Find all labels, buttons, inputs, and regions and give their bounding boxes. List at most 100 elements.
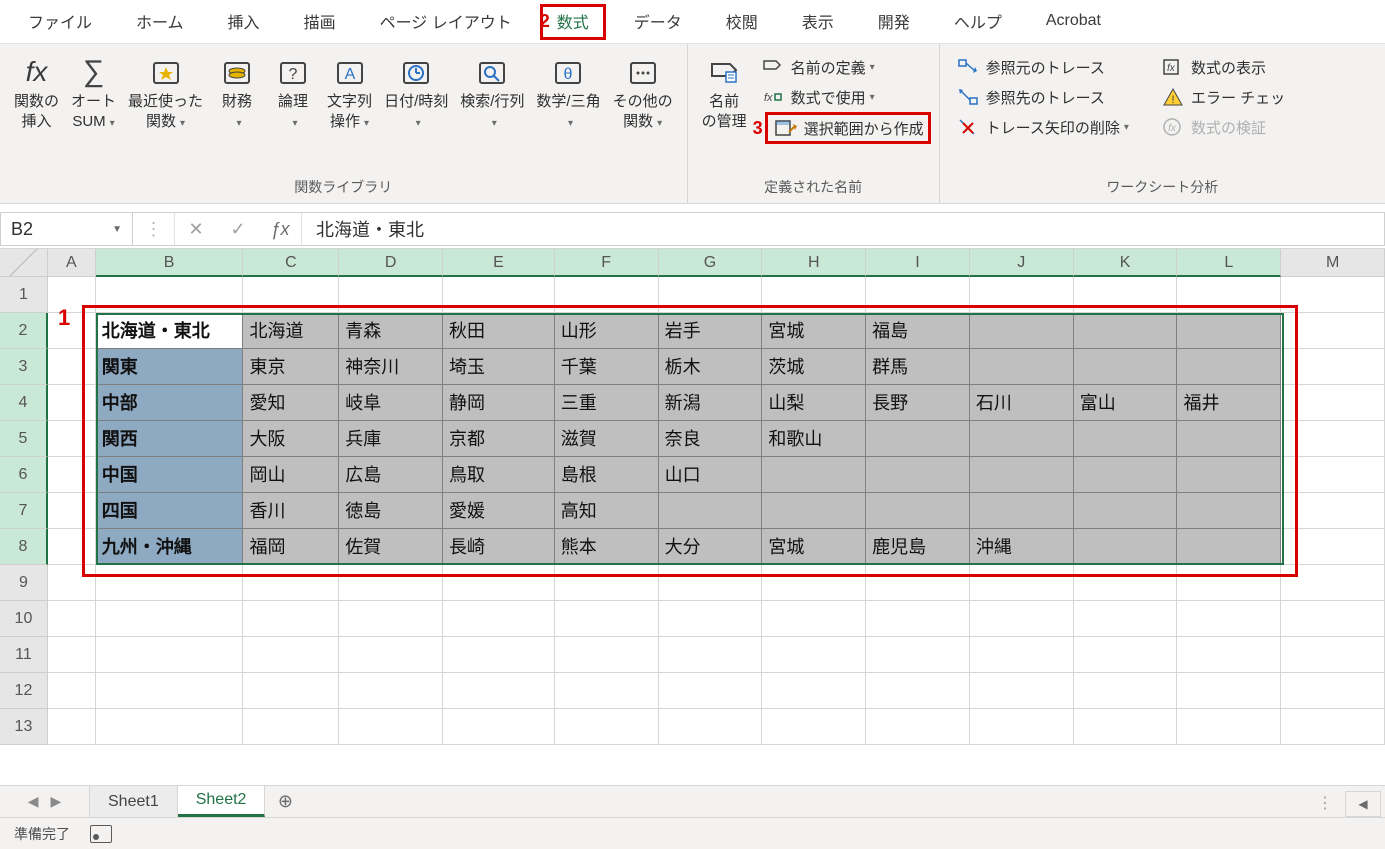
cell[interactable]: 山梨 (762, 385, 866, 421)
cell[interactable] (48, 637, 96, 673)
cell[interactable] (659, 637, 763, 673)
cell[interactable]: 沖縄 (970, 529, 1074, 565)
cell[interactable]: 埼玉 (443, 349, 555, 385)
cell[interactable] (1281, 493, 1385, 529)
cell[interactable] (1281, 313, 1385, 349)
cell[interactable] (970, 637, 1074, 673)
cell[interactable] (866, 565, 970, 601)
cell[interactable] (48, 565, 96, 601)
enter-formula-button[interactable]: ✓ (217, 219, 259, 240)
col-header-j[interactable]: J (970, 249, 1074, 277)
cell[interactable]: 佐賀 (339, 529, 443, 565)
cell[interactable]: 山形 (555, 313, 659, 349)
cell[interactable]: 滋賀 (555, 421, 659, 457)
cell[interactable] (48, 601, 96, 637)
cell[interactable]: 関西 (96, 421, 244, 457)
sheet-tab-1[interactable]: Sheet1 (90, 786, 178, 817)
cell[interactable]: 新潟 (659, 385, 763, 421)
cell[interactable] (1281, 601, 1385, 637)
cell[interactable] (970, 313, 1074, 349)
cell[interactable] (970, 709, 1074, 745)
insert-function-bar-button[interactable]: ƒx (259, 219, 301, 240)
tab-developer[interactable]: 開発 (862, 5, 926, 39)
chevron-down-icon[interactable]: ▼ (112, 224, 122, 235)
cell[interactable] (762, 601, 866, 637)
cell[interactable]: 岐阜 (339, 385, 443, 421)
cell[interactable]: 岩手 (659, 313, 763, 349)
row-header[interactable]: 4 (0, 385, 48, 421)
tab-layout[interactable]: ページ レイアウト (364, 5, 528, 39)
cell[interactable] (970, 601, 1074, 637)
row-header[interactable]: 12 (0, 673, 48, 709)
cell[interactable]: 愛媛 (443, 493, 555, 529)
tab-draw[interactable]: 描画 (288, 5, 352, 39)
cell[interactable]: 富山 (1074, 385, 1178, 421)
cell[interactable] (243, 601, 339, 637)
name-box[interactable]: B2▼ (1, 213, 133, 245)
cell[interactable] (48, 709, 96, 745)
cell[interactable]: 鳥取 (443, 457, 555, 493)
cell[interactable] (48, 385, 96, 421)
cell[interactable]: 長野 (866, 385, 970, 421)
cell[interactable]: 大分 (659, 529, 763, 565)
col-header-l[interactable]: L (1177, 249, 1281, 277)
cell[interactable] (1074, 421, 1178, 457)
trace-dependents-button[interactable]: 参照先のトレース (948, 82, 1135, 112)
cell[interactable] (1177, 349, 1281, 385)
cell[interactable] (1281, 637, 1385, 673)
cell[interactable]: 青森 (339, 313, 443, 349)
cell[interactable]: 愛知 (243, 385, 339, 421)
cell[interactable] (659, 565, 763, 601)
show-formulas-button[interactable]: fx 数式の表示 (1153, 52, 1291, 82)
cell[interactable] (96, 277, 244, 313)
cell[interactable] (339, 637, 443, 673)
cell[interactable] (866, 673, 970, 709)
cell[interactable]: 山口 (659, 457, 763, 493)
row-header[interactable]: 6 (0, 457, 48, 493)
cell[interactable] (1177, 601, 1281, 637)
cell[interactable] (1281, 565, 1385, 601)
cell[interactable] (48, 421, 96, 457)
cell[interactable] (1281, 709, 1385, 745)
add-sheet-button[interactable]: ⊕ (265, 791, 305, 812)
define-name-button[interactable]: 名前の定義▾ (753, 52, 931, 82)
cell[interactable] (1074, 565, 1178, 601)
cell[interactable] (659, 709, 763, 745)
cell[interactable] (866, 601, 970, 637)
cell[interactable] (339, 565, 443, 601)
cell[interactable]: 栃木 (659, 349, 763, 385)
cell[interactable] (96, 673, 244, 709)
cell[interactable] (659, 601, 763, 637)
cell[interactable] (443, 565, 555, 601)
cell[interactable] (1281, 277, 1385, 313)
cell[interactable]: 東京 (243, 349, 339, 385)
cell[interactable]: 熊本 (555, 529, 659, 565)
cell[interactable] (970, 493, 1074, 529)
cell[interactable] (1177, 529, 1281, 565)
cell[interactable]: 北海道 (243, 313, 339, 349)
row-header[interactable]: 7 (0, 493, 48, 529)
cell[interactable] (866, 493, 970, 529)
cell[interactable] (243, 565, 339, 601)
cell[interactable] (243, 637, 339, 673)
cell[interactable] (339, 673, 443, 709)
cell[interactable] (1281, 385, 1385, 421)
tab-help[interactable]: ヘルプ (938, 5, 1018, 39)
row-header[interactable]: 9 (0, 565, 48, 601)
tab-review[interactable]: 校閲 (710, 5, 774, 39)
cell[interactable] (1177, 709, 1281, 745)
cell[interactable]: 福井 (1177, 385, 1281, 421)
cell[interactable]: 神奈川 (339, 349, 443, 385)
cell[interactable] (48, 277, 96, 313)
cell[interactable] (443, 277, 555, 313)
select-all-triangle[interactable] (0, 249, 48, 277)
cell[interactable] (1177, 673, 1281, 709)
sheet-tab-2[interactable]: Sheet2 (178, 786, 266, 817)
tab-insert[interactable]: 挿入 (212, 5, 276, 39)
row-header[interactable]: 13 (0, 709, 48, 745)
cell[interactable] (243, 277, 339, 313)
cell[interactable]: 宮城 (762, 313, 866, 349)
cell[interactable] (1281, 421, 1385, 457)
tab-data[interactable]: データ (618, 5, 698, 39)
cell[interactable] (1177, 493, 1281, 529)
